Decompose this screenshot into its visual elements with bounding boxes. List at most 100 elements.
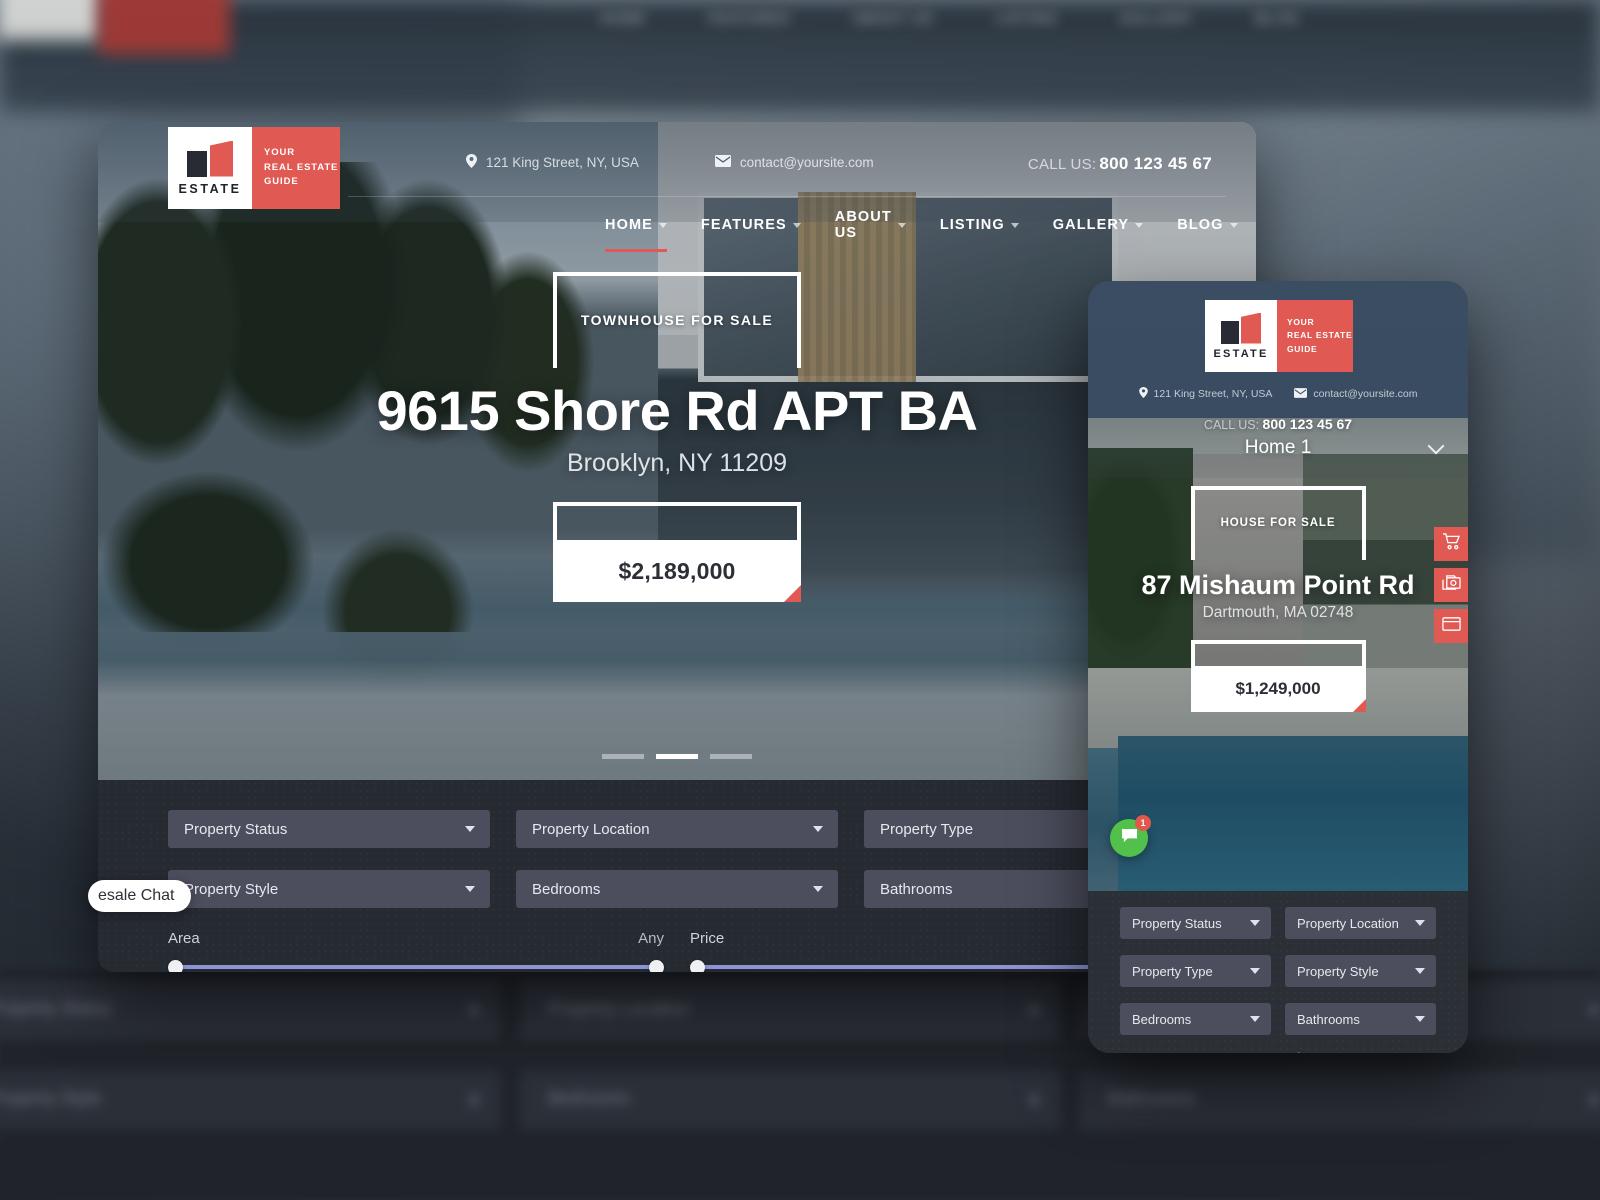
carousel-dot-2[interactable] bbox=[656, 754, 698, 759]
window-icon bbox=[1441, 616, 1461, 637]
tablet-slider-price-value: Any bbox=[1414, 1051, 1436, 1053]
chat-widget-tab[interactable]: esale Chat bbox=[88, 880, 191, 912]
tablet-search-row-2: Property Type Property Style bbox=[1120, 955, 1436, 987]
nav-item-home[interactable]: HOME bbox=[588, 208, 684, 252]
slider-area[interactable]: Area Any bbox=[168, 930, 664, 972]
header-phone-label: CALL US: bbox=[1027, 156, 1097, 173]
chat-widget-label: esale Chat bbox=[98, 887, 175, 904]
tablet-hero-badge-frame: HOUSE FOR SALE bbox=[1190, 486, 1366, 560]
desktop-preview-panel[interactable]: ESTATE YOUR REAL ESTATE GUIDE 121 King S… bbox=[98, 122, 1256, 972]
nav-item-contacts[interactable]: CONTACTS bbox=[1255, 208, 1257, 242]
nav-item-features[interactable]: FEATURES bbox=[684, 208, 818, 242]
window-icon-button[interactable] bbox=[1434, 609, 1468, 643]
hero-content: TOWNHOUSE FOR SALE 9615 Shore Rd APT BA … bbox=[98, 272, 1256, 602]
background-nav-item: GALLERY bbox=[1119, 10, 1194, 26]
background-field-label: Property Style bbox=[0, 1088, 102, 1108]
chat-bubble-button[interactable]: 1 bbox=[1110, 815, 1151, 857]
background-field: Property Location bbox=[520, 980, 1060, 1040]
search-row-2: Property Style Bedrooms Bathrooms bbox=[168, 870, 1186, 908]
nav-item-gallery[interactable]: GALLERY bbox=[1036, 208, 1160, 242]
tablet-select-property-location[interactable]: Property Location bbox=[1285, 907, 1436, 939]
background-field-caret bbox=[470, 1096, 478, 1104]
select-property-style[interactable]: Property Style bbox=[168, 870, 490, 908]
background-logo-red bbox=[98, 0, 230, 54]
background-field-label: Property Status bbox=[0, 998, 113, 1018]
hero-carousel-indicators[interactable] bbox=[98, 754, 1256, 759]
site-logo[interactable]: ESTATE YOUR REAL ESTATE GUIDE bbox=[168, 127, 340, 209]
logo-wordmark: ESTATE bbox=[178, 181, 242, 196]
tablet-select-property-type[interactable]: Property Type bbox=[1120, 955, 1271, 987]
slider-area-label: Area bbox=[168, 930, 200, 947]
cart-icon-button[interactable] bbox=[1434, 527, 1468, 561]
header-phone-number: 800 123 45 67 bbox=[1099, 154, 1212, 173]
select-label: Property Location bbox=[532, 820, 650, 838]
nav-item-about-us[interactable]: ABOUT US bbox=[818, 208, 923, 242]
chevron-down-icon bbox=[1250, 968, 1260, 974]
tablet-slider-area-label: Area bbox=[1120, 1051, 1146, 1053]
nav-item-label: HOME bbox=[605, 217, 653, 233]
header-contact-info: 121 King Street, NY, USA contact@yoursit… bbox=[466, 154, 874, 171]
tablet-logo-wordmark: ESTATE bbox=[1213, 347, 1269, 360]
nav-item-label: GALLERY bbox=[1052, 217, 1130, 233]
slider-handle-min[interactable] bbox=[168, 960, 183, 972]
tablet-select-bedrooms[interactable]: Bedrooms bbox=[1120, 1003, 1271, 1035]
header-address[interactable]: 121 King Street, NY, USA bbox=[466, 154, 639, 171]
tablet-address[interactable]: 121 King Street, NY, USA bbox=[1138, 387, 1272, 401]
header-address-text: 121 King Street, NY, USA bbox=[486, 155, 639, 170]
select-bedrooms[interactable]: Bedrooms bbox=[516, 870, 838, 908]
carousel-dot-3[interactable] bbox=[710, 754, 752, 759]
chevron-down-icon bbox=[1415, 1016, 1425, 1022]
gallery-icon-button[interactable] bbox=[1434, 568, 1468, 602]
tablet-slider-price[interactable]: Price Any bbox=[1285, 1051, 1436, 1053]
slider-area-track[interactable] bbox=[168, 959, 664, 972]
tablet-search-row-3: Bedrooms Bathrooms bbox=[1120, 1003, 1436, 1035]
tablet-logo-tagline-line-1: YOUR bbox=[1287, 316, 1315, 327]
slider-handle-max[interactable] bbox=[649, 960, 664, 972]
background-field-label: Bathrooms bbox=[1108, 1088, 1196, 1108]
tablet-select-property-status[interactable]: Property Status bbox=[1120, 907, 1271, 939]
tablet-select-bathrooms[interactable]: Bathrooms bbox=[1285, 1003, 1436, 1035]
price-corner-accent bbox=[784, 585, 801, 602]
tablet-logo-tagline-block: YOUR REAL ESTATE GUIDE bbox=[1277, 300, 1353, 372]
chevron-down-icon bbox=[1250, 1016, 1260, 1022]
background-nav-item: LISTING bbox=[995, 10, 1058, 26]
hero-subtitle: Brooklyn, NY 11209 bbox=[566, 449, 788, 477]
tablet-hero-content: HOUSE FOR SALE 87 Mishaum Point Rd Dartm… bbox=[1088, 486, 1468, 712]
carousel-dot-1[interactable] bbox=[602, 754, 644, 759]
chevron-down-icon bbox=[1250, 920, 1260, 926]
slider-handle-min[interactable] bbox=[690, 960, 705, 972]
hero-price-value: $2,189,000 bbox=[618, 557, 736, 584]
chevron-down-icon bbox=[792, 222, 801, 228]
background-nav-item: ABOUT US bbox=[852, 10, 934, 26]
nav-item-listing[interactable]: LISTING bbox=[923, 208, 1036, 242]
select-property-location[interactable]: Property Location bbox=[516, 810, 838, 848]
tablet-email[interactable]: contact@yoursite.com bbox=[1294, 387, 1417, 401]
map-pin-icon bbox=[1138, 387, 1148, 401]
main-nav[interactable]: HOME FEATURES ABOUT US LISTING GALLERY B… bbox=[588, 208, 1257, 252]
tablet-preview-panel[interactable]: ESTATE YOUR REAL ESTATE GUIDE 121 King S… bbox=[1088, 281, 1468, 1053]
slider-price-label: Price bbox=[690, 930, 725, 947]
nav-item-blog[interactable]: BLOG bbox=[1160, 208, 1254, 242]
tablet-slider-area[interactable]: Area Any bbox=[1120, 1051, 1271, 1053]
background-field: Property Style bbox=[0, 1070, 500, 1130]
chevron-down-icon bbox=[465, 826, 475, 832]
select-property-status[interactable]: Property Status bbox=[168, 810, 490, 848]
tablet-slider-area-value: Any bbox=[1249, 1051, 1271, 1053]
select-label: Property Type bbox=[1132, 963, 1213, 979]
tablet-contact-info: 121 King Street, NY, USA contact@yoursit… bbox=[1088, 387, 1468, 401]
envelope-icon bbox=[1294, 387, 1308, 401]
tablet-hero-badge-label: HOUSE FOR SALE bbox=[1220, 517, 1336, 529]
chevron-down-icon bbox=[1427, 437, 1445, 455]
logo-tagline-line-1: YOUR bbox=[264, 146, 296, 158]
header-email[interactable]: contact@yoursite.com bbox=[714, 155, 874, 170]
header-phone[interactable]: CALL US: 800 123 45 67 bbox=[1028, 154, 1212, 174]
tablet-side-actions[interactable] bbox=[1434, 527, 1468, 650]
select-label: Bathrooms bbox=[1297, 1011, 1360, 1027]
header-divider bbox=[348, 196, 1226, 197]
nav-item-label: FEATURES bbox=[700, 217, 787, 233]
tablet-select-property-style[interactable]: Property Style bbox=[1285, 955, 1436, 987]
logo-mark-block: ESTATE bbox=[168, 127, 252, 209]
tablet-logo[interactable]: ESTATE YOUR REAL ESTATE GUIDE bbox=[1205, 300, 1353, 372]
tablet-phone[interactable]: CALL US: 800 123 45 67 bbox=[1088, 416, 1468, 432]
search-sliders: Area Any Price Any bbox=[168, 930, 1186, 972]
